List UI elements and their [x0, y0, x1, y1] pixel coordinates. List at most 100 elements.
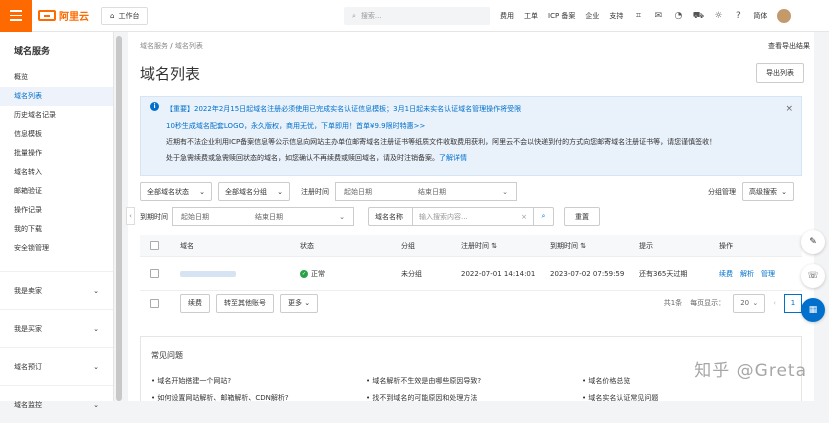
dns-link[interactable]: 解析 [740, 270, 754, 278]
sidebar-item-op-log[interactable]: 操作记录 [0, 201, 113, 220]
end-date[interactable]: 结束日期 [410, 187, 454, 197]
notice-banner: i 【重要】2022年2月15日起域名注册必须使用已完成实名认证信息模板；3月1… [140, 96, 802, 176]
close-icon[interactable]: × [785, 104, 793, 114]
edit-icon[interactable]: ✎ [801, 230, 825, 254]
bulb-icon[interactable]: ☼ [713, 11, 723, 21]
advanced-search-button[interactable]: 高级搜索 ⌄ [742, 182, 794, 201]
nav-fees[interactable]: 费用 [500, 11, 514, 21]
chevron-down-icon: ⌄ [304, 299, 311, 307]
sidebar-group-seller[interactable]: 我是卖家 ⌄ [0, 271, 113, 309]
chat-icon[interactable]: ☏ [801, 264, 825, 288]
bulk-renew-button[interactable]: 续费 [180, 293, 210, 313]
sidebar-item-transfer-in[interactable]: 域名转入 [0, 163, 113, 182]
sidebar-item-domain-list[interactable]: 域名列表 [0, 87, 113, 106]
notice-line[interactable]: 【重要】2022年2月15日起域名注册必须使用已完成实名认证信息模板；3月1日起… [166, 104, 521, 114]
faq-link[interactable]: 域名开始搭建一个网站? [157, 377, 231, 385]
nav-tickets[interactable]: 工单 [524, 11, 538, 21]
end-date[interactable]: 结束日期 [247, 212, 291, 222]
reg-date-range[interactable]: 起始日期 结束日期 ⌄ [335, 182, 517, 201]
sort-icon[interactable]: ⇅ [580, 242, 586, 250]
chevron-down-icon: ⌄ [502, 187, 508, 196]
bulk-select-checkbox[interactable] [150, 298, 159, 308]
header-cell-expire-time[interactable]: 到期时间 ⇅ [550, 241, 639, 251]
row-cell-expire-time: 2023-07-02 07:59:59 [550, 269, 625, 278]
faq-link[interactable]: 域名价格总览 [588, 377, 630, 385]
header-cell-reg-time[interactable]: 注册时间 ⇅ [461, 241, 550, 251]
scrollbar[interactable] [116, 36, 122, 401]
group-manage-link[interactable]: 分组管理 [708, 187, 736, 197]
start-date[interactable]: 起始日期 [173, 212, 217, 222]
sidebar-item-history[interactable]: 历史域名记录 [0, 106, 113, 125]
nav-enterprise[interactable]: 企业 [585, 11, 599, 21]
faq-item[interactable]: • 域名解析不生效是由哪些原因导致? [366, 376, 481, 386]
learn-more-link[interactable]: 了解详情 [439, 154, 467, 162]
faq-item[interactable]: • 域名开始搭建一个网站? [151, 376, 231, 386]
group-select[interactable]: 全部域名分组 ⌄ [218, 182, 290, 201]
sidebar-group-label: 我是卖家 [14, 286, 42, 295]
sidebar-item-downloads[interactable]: 我的下载 [0, 220, 113, 239]
search-button[interactable]: ⌕ [534, 207, 554, 226]
breadcrumb-item[interactable]: 域名服务 [140, 42, 168, 50]
sidebar-group-monitor[interactable]: 域名监控 ⌄ [0, 385, 113, 423]
terminal-icon[interactable]: ⌗ [633, 11, 643, 21]
workbench-button[interactable]: ⌂ 工作台 [101, 6, 149, 25]
collapse-sidebar-icon[interactable]: ‹ [126, 207, 135, 225]
cart-icon[interactable]: ⛟ [693, 11, 704, 21]
sidebar-group-reserve[interactable]: 域名预订 ⌄ [0, 347, 113, 385]
sidebar-item-email-verify[interactable]: 邮箱验证 [0, 182, 113, 201]
status-select-value: 全部域名状态 [147, 187, 189, 196]
sidebar-item-templates[interactable]: 信息模板 [0, 125, 113, 144]
avatar[interactable] [777, 9, 792, 23]
language-switch[interactable]: 简体 [753, 11, 767, 21]
bell-icon[interactable]: ◔ [673, 11, 683, 21]
notice-text: 处于急需续费或急需赎回状态的域名，如您确认不再续费或赎回域名，请及时注销备案。 [166, 154, 439, 162]
faq-item[interactable]: • 如何设置网站解析、邮箱解析、CDN解析? [151, 393, 289, 403]
row-cell-domain[interactable] [180, 270, 300, 277]
header-cell: 状态 [300, 241, 314, 250]
manage-link[interactable]: 管理 [761, 270, 775, 278]
info-icon: i [150, 102, 159, 111]
total-count: 共1条 [663, 299, 683, 307]
message-icon[interactable]: ✉ [653, 11, 663, 21]
more-button[interactable]: 更多 ⌄ [280, 293, 319, 313]
domain-name-redacted[interactable] [180, 270, 236, 277]
status-select[interactable]: 全部域名状态 ⌄ [140, 182, 212, 201]
help-icon[interactable]: ? [733, 11, 743, 21]
sidebar-item-batch[interactable]: 批量操作 [0, 144, 113, 163]
sidebar-group-buyer[interactable]: 我是买家 ⌄ [0, 309, 113, 347]
sidebar-title: 域名服务 [14, 47, 51, 57]
clear-icon[interactable]: × [521, 213, 527, 221]
domain-search-input[interactable]: 输入搜索内容... × [412, 207, 534, 226]
faq-item[interactable]: • 域名价格总览 [582, 376, 630, 386]
sidebar-item-overview[interactable]: 概览 [0, 68, 113, 87]
select-all-checkbox[interactable] [150, 241, 159, 250]
brand-logo[interactable]: 阿里云 [38, 8, 89, 23]
expire-time-label: 到期时间 [140, 212, 168, 221]
global-search-input[interactable]: ⌕ 搜索... [344, 7, 490, 25]
nav-support[interactable]: 支持 [609, 11, 623, 21]
prev-page-icon[interactable]: ‹ [773, 299, 776, 307]
apps-icon[interactable]: ▦ [801, 298, 825, 322]
reset-button[interactable]: 重置 [564, 207, 600, 226]
start-date[interactable]: 起始日期 [336, 187, 380, 197]
row-checkbox[interactable] [150, 269, 159, 278]
search-field-select[interactable]: 域名名称 [368, 207, 412, 226]
expire-date-range[interactable]: 起始日期 结束日期 ⌄ [172, 207, 354, 226]
transfer-account-button[interactable]: 转至其他账号 [216, 293, 274, 313]
breadcrumb-item: 域名列表 [174, 42, 203, 50]
per-page-select[interactable]: 20 ⌄ [733, 293, 766, 313]
sidebar-item-security-lock[interactable]: 安全锁管理 [0, 239, 113, 258]
faq-item[interactable]: • 域名实名认证常见问题 [582, 393, 658, 403]
faq-link[interactable]: 域名解析不生效是由哪些原因导致? [372, 377, 481, 385]
faq-item[interactable]: • 找不到域名的可能原因和处理方法 [366, 393, 477, 403]
notice-line[interactable]: 10秒生成域名配套LOGO，永久版权，商用无忧，下单即用！首单¥9.9限时特惠>… [166, 121, 425, 131]
workbench-label: 工作台 [118, 11, 140, 20]
current-page[interactable]: 1 [784, 293, 802, 313]
renew-link[interactable]: 续费 [719, 270, 733, 278]
menu-icon[interactable] [0, 0, 32, 32]
export-list-button[interactable]: 导出列表 [756, 63, 804, 83]
sort-icon[interactable]: ⇅ [491, 242, 497, 250]
export-record-link[interactable]: 查看导出结果 [768, 41, 810, 51]
main-content: 域名服务 / 域名列表 查看导出结果 域名列表 导出列表 i 【重要】2022年… [128, 32, 814, 403]
nav-icp[interactable]: ICP 备案 [548, 11, 575, 21]
